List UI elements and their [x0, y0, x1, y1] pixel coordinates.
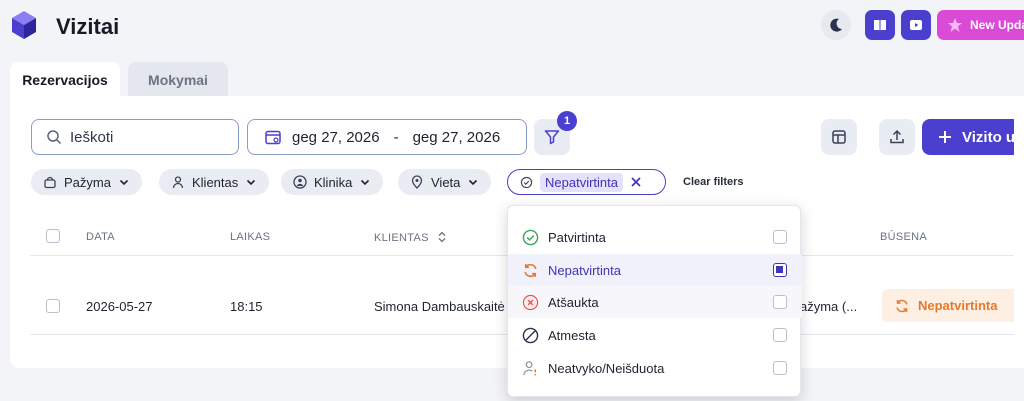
- new-updates-button[interactable]: New Updat: [937, 10, 1024, 40]
- tab-mokymai[interactable]: Mokymai: [128, 62, 228, 97]
- column-header-client[interactable]: KLIENTAS: [374, 231, 448, 244]
- chevron-down-icon: [247, 179, 256, 186]
- chevron-down-icon: [361, 179, 370, 186]
- sync-icon: [896, 299, 908, 312]
- status-option-checkbox[interactable]: [773, 361, 787, 375]
- status-filter-dropdown: Patvirtinta Nepatvirtinta Atšaukta Atmes…: [507, 205, 802, 397]
- row-service: ažyma (...: [800, 299, 858, 314]
- status-option-patvirtinta[interactable]: Patvirtinta: [508, 221, 802, 253]
- user-icon: [172, 176, 184, 189]
- row-date: 2026-05-27: [86, 299, 153, 314]
- filter-chip-label: Klientas: [192, 174, 239, 190]
- status-option-label: Nepatvirtinta: [548, 262, 621, 278]
- chevron-down-icon: [469, 179, 478, 186]
- status-option-label: Atmesta: [548, 327, 596, 343]
- funnel-icon: [544, 130, 560, 145]
- column-header-status[interactable]: BŪSENA: [880, 231, 927, 243]
- row-status-select[interactable]: Nepatvirtinta: [882, 289, 1024, 322]
- status-option-checkbox[interactable]: [773, 295, 787, 309]
- filter-chip-status-active[interactable]: Nepatvirtinta: [507, 169, 666, 195]
- x-circle-icon: [522, 294, 539, 310]
- date-to: geg 27, 2026: [412, 128, 501, 146]
- clinic-icon: [293, 175, 307, 189]
- moon-icon: [830, 18, 842, 32]
- plus-icon: [939, 131, 951, 143]
- search-placeholder: Ieškoti: [70, 128, 114, 146]
- add-visit-button[interactable]: Vizito už: [922, 119, 1024, 155]
- dark-mode-toggle[interactable]: [821, 10, 851, 40]
- clear-filters-link[interactable]: Clear filters: [683, 176, 744, 188]
- status-option-atsaukta[interactable]: Atšaukta: [508, 286, 802, 318]
- column-header-date[interactable]: DATA: [86, 231, 115, 243]
- user-alert-icon: [523, 360, 537, 375]
- sync-icon: [524, 263, 537, 277]
- search-icon: [47, 130, 62, 145]
- star-icon: [948, 18, 962, 32]
- check-circle-icon: [520, 176, 533, 188]
- new-updates-label: New Updat: [970, 18, 1024, 32]
- status-option-checkbox[interactable]: [773, 263, 787, 277]
- ban-icon: [522, 327, 539, 343]
- calendar-icon: [265, 130, 281, 145]
- active-filter-value: Nepatvirtinta: [540, 172, 623, 192]
- status-option-checkbox[interactable]: [773, 328, 787, 342]
- location-pin-icon: [411, 175, 423, 189]
- columns-button[interactable]: [821, 119, 857, 155]
- columns-icon: [832, 130, 846, 144]
- status-option-label: Patvirtinta: [548, 229, 606, 245]
- date-from: geg 27, 2026: [292, 128, 380, 146]
- app-logo-icon: [12, 11, 36, 39]
- row-status-label: Nepatvirtinta: [918, 298, 998, 313]
- date-range-picker[interactable]: geg 27, 2026 - geg 27, 2026: [247, 119, 527, 155]
- filter-chip-label: Klinika: [314, 174, 353, 190]
- export-button[interactable]: [879, 119, 915, 155]
- filter-chip-label: Pažyma: [64, 174, 111, 190]
- status-option-label: Neatvyko/Neišduota: [548, 360, 665, 376]
- upload-icon: [890, 129, 904, 144]
- status-option-nepatvirtinta[interactable]: Nepatvirtinta: [508, 254, 802, 286]
- chevron-down-icon: [119, 179, 129, 186]
- column-header-time[interactable]: LAIKAS: [230, 231, 270, 243]
- search-input[interactable]: Ieškoti: [31, 119, 239, 155]
- docs-button[interactable]: [865, 10, 895, 40]
- tab-rezervacijos[interactable]: Rezervacijos: [10, 62, 120, 97]
- date-separator: -: [393, 128, 399, 146]
- row-client[interactable]: Simona Dambauskaitė: [374, 299, 505, 314]
- status-option-atmesta[interactable]: Atmesta: [508, 319, 802, 351]
- filter-chip-vieta[interactable]: Vieta: [398, 169, 492, 195]
- filter-chip-klientas[interactable]: Klientas: [159, 169, 270, 195]
- row-checkbox[interactable]: [46, 299, 60, 313]
- book-icon: [874, 20, 886, 31]
- sort-icon[interactable]: [436, 231, 448, 243]
- status-option-neatvyko[interactable]: Neatvyko/Neišduota: [508, 352, 802, 384]
- status-option-checkbox[interactable]: [773, 230, 787, 244]
- check-circle-icon: [522, 229, 539, 245]
- status-option-label: Atšaukta: [548, 294, 599, 310]
- close-icon[interactable]: [630, 176, 642, 188]
- app-title: Vizitai: [56, 14, 120, 39]
- filter-chip-klinika[interactable]: Klinika: [281, 169, 384, 195]
- bag-icon: [44, 176, 56, 189]
- filter-count-badge: 1: [557, 111, 577, 131]
- scroll-edge: [1014, 96, 1024, 368]
- video-button[interactable]: [901, 10, 931, 40]
- select-all-checkbox[interactable]: [46, 229, 60, 243]
- video-icon: [910, 20, 922, 30]
- filter-chip-label: Vieta: [431, 174, 461, 190]
- top-bar: Vizitai New Updat: [0, 0, 1024, 52]
- filter-chip-pazyma[interactable]: Pažyma: [31, 169, 142, 195]
- row-time: 18:15: [230, 299, 263, 314]
- column-header-client-label: KLIENTAS: [374, 232, 429, 244]
